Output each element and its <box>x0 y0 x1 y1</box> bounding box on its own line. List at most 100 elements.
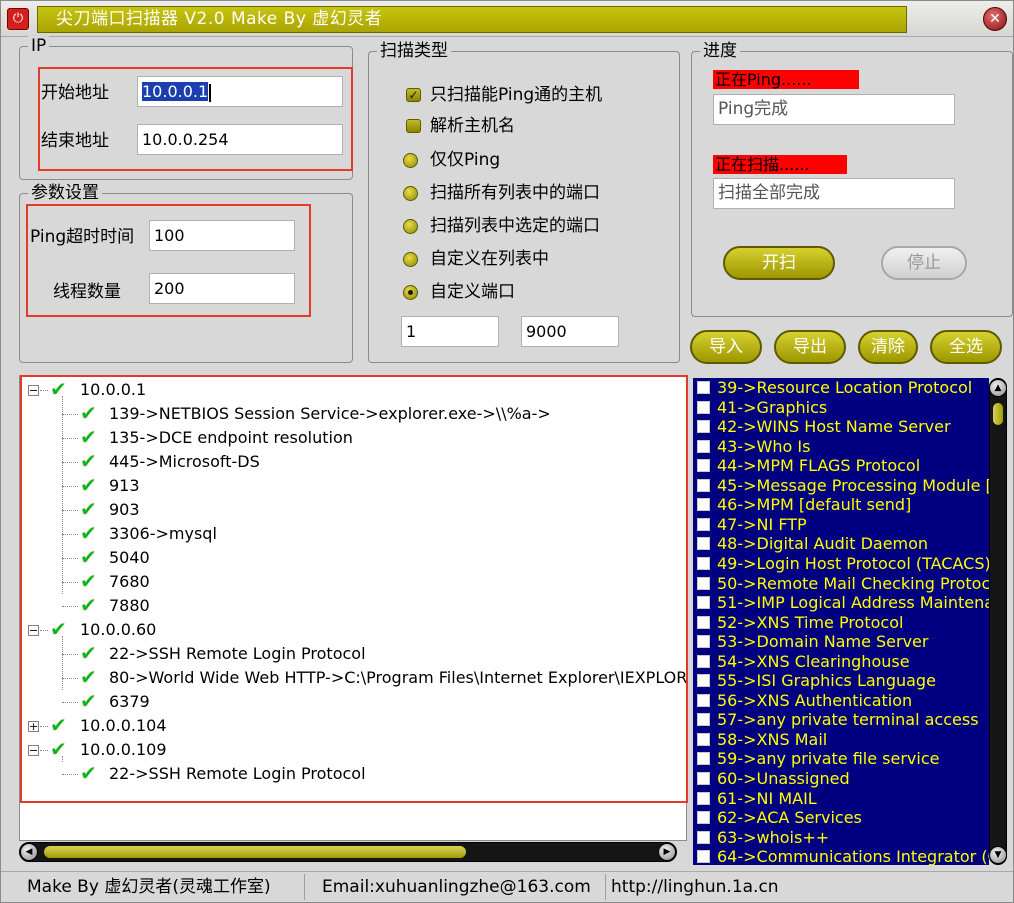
vertical-scrollbar[interactable]: ▲ ▼ <box>989 378 1007 865</box>
port-label: 61->NI MAIL <box>717 788 817 808</box>
ping-status-field: Ping完成 <box>713 94 955 125</box>
port-label: 59->any private file service <box>717 749 940 769</box>
port-checkbox[interactable] <box>697 830 710 844</box>
horizontal-scrollbar[interactable]: ◀ ▶ <box>19 842 677 862</box>
port-label: 57->any private terminal access <box>717 710 979 730</box>
port-checkbox[interactable] <box>697 439 710 453</box>
scroll-up-icon[interactable]: ▲ <box>989 379 1007 397</box>
port-from-input[interactable]: 1 <box>401 316 499 347</box>
port-list-item[interactable]: 57->any private terminal access <box>693 710 989 730</box>
radio-custom-in-list[interactable] <box>403 252 418 267</box>
port-checkbox[interactable] <box>697 381 710 394</box>
port-checkbox[interactable] <box>697 517 710 531</box>
port-list-item[interactable]: 42->WINS Host Name Server <box>693 417 989 437</box>
scan-status-label: 正在扫描...... <box>713 155 847 174</box>
scan-type-title: 扫描类型 <box>377 40 451 62</box>
window-title: 尖刀端口扫描器 V2.0 Make By 虚幻灵者 <box>37 6 907 33</box>
port-list-item[interactable]: 59->any private file service <box>693 749 989 769</box>
scroll-right-icon[interactable]: ▶ <box>658 843 676 861</box>
port-list-item[interactable]: 43->Who Is <box>693 437 989 457</box>
port-list-item[interactable]: 51->IMP Logical Address Maintenanc <box>693 593 989 613</box>
only-ping-hosts-checkbox[interactable]: ✓ <box>406 88 421 102</box>
status-author: Make By 虚幻灵者(灵魂工作室) <box>5 874 305 900</box>
port-list-item[interactable]: 50->Remote Mail Checking Protocol <box>693 574 989 594</box>
port-list-item[interactable]: 64->Communications Integrator (CI) <box>693 847 989 865</box>
port-list[interactable]: 39->Resource Location Protocol 41->Graphi… <box>693 378 989 865</box>
port-checkbox[interactable] <box>697 811 710 825</box>
port-checkbox[interactable] <box>697 420 710 434</box>
port-list-item[interactable]: 54->XNS Clearinghouse <box>693 652 989 672</box>
radio-scan-all-ports[interactable] <box>403 186 418 201</box>
scroll-left-icon[interactable]: ◀ <box>20 843 38 861</box>
port-checkbox[interactable] <box>697 478 710 492</box>
port-list-item[interactable]: 47->NI FTP <box>693 515 989 535</box>
port-label: 45->Message Processing Module [rec <box>717 475 989 495</box>
port-label: 51->IMP Logical Address Maintenanc <box>717 593 989 613</box>
port-checkbox[interactable] <box>697 772 710 785</box>
port-list-item[interactable]: 58->XNS Mail <box>693 730 989 750</box>
port-list-item[interactable]: 49->Login Host Protocol (TACACS) <box>693 554 989 574</box>
port-label: 56->XNS Authentication <box>717 690 913 710</box>
port-list-item[interactable]: 46->MPM [default send] <box>693 495 989 515</box>
only-ping-hosts-label: 只扫描能Ping通的主机 <box>430 85 603 105</box>
scroll-down-icon[interactable]: ▼ <box>989 846 1007 864</box>
port-list-item[interactable]: 60->Unassigned <box>693 769 989 789</box>
port-checkbox[interactable] <box>697 850 710 864</box>
port-list-item[interactable]: 63->whois++ <box>693 828 989 848</box>
port-checkbox[interactable] <box>697 654 710 668</box>
select-all-button[interactable]: 全选 <box>930 330 1002 364</box>
port-checkbox[interactable] <box>697 615 710 629</box>
port-list-item[interactable]: 62->ACA Services <box>693 808 989 828</box>
import-button[interactable]: 导入 <box>690 330 762 364</box>
port-list-item[interactable]: 41->Graphics <box>693 398 989 418</box>
port-label: 64->Communications Integrator (CI) <box>717 847 989 865</box>
radio-scan-selected-ports[interactable] <box>403 219 418 234</box>
port-checkbox[interactable] <box>697 713 710 727</box>
stop-button[interactable]: 停止 <box>881 246 967 280</box>
export-button[interactable]: 导出 <box>774 330 846 364</box>
port-checkbox[interactable] <box>697 732 710 746</box>
port-list-item[interactable]: 56->XNS Authentication <box>693 691 989 711</box>
horizontal-scroll-thumb[interactable] <box>44 846 466 858</box>
port-checkbox[interactable] <box>697 596 710 610</box>
port-checkbox[interactable] <box>697 635 710 649</box>
port-list-item[interactable]: 45->Message Processing Module [rec <box>693 476 989 496</box>
port-list-item[interactable]: 61->NI MAIL <box>693 789 989 809</box>
port-list-item[interactable]: 48->Digital Audit Daemon <box>693 534 989 554</box>
title-bar[interactable]: ⏻ 尖刀端口扫描器 V2.0 Make By 虚幻灵者 ✕ <box>1 1 1013 37</box>
port-checkbox[interactable] <box>697 693 710 707</box>
port-list-item[interactable]: 53->Domain Name Server <box>693 632 989 652</box>
port-to-input[interactable]: 9000 <box>521 316 619 347</box>
port-label: 42->WINS Host Name Server <box>717 417 951 437</box>
status-url: http://linghun.1a.cn <box>611 877 779 897</box>
main-window: ⏻ 尖刀端口扫描器 V2.0 Make By 虚幻灵者 ✕ IP 开始地址 10… <box>0 0 1014 903</box>
port-checkbox[interactable] <box>697 556 710 570</box>
port-label: 46->MPM [default send] <box>717 495 912 515</box>
port-checkbox[interactable] <box>697 674 710 688</box>
clear-button[interactable]: 清除 <box>858 330 918 364</box>
port-label: 49->Login Host Protocol (TACACS) <box>717 553 989 573</box>
port-list-item[interactable]: 39->Resource Location Protocol <box>693 378 989 398</box>
close-icon[interactable]: ✕ <box>983 7 1007 31</box>
vertical-scroll-thumb[interactable] <box>993 403 1003 425</box>
radio-ping-only[interactable] <box>403 153 418 168</box>
port-checkbox[interactable] <box>697 400 710 414</box>
port-checkbox[interactable] <box>697 791 710 805</box>
port-list-item[interactable]: 44->MPM FLAGS Protocol <box>693 456 989 476</box>
port-list-item[interactable]: 52->XNS Time Protocol <box>693 613 989 633</box>
port-label: 43->Who Is <box>717 436 811 456</box>
app-icon[interactable]: ⏻ <box>7 8 29 30</box>
start-scan-button[interactable]: 开扫 <box>723 246 835 280</box>
port-label: 41->Graphics <box>717 397 828 417</box>
port-checkbox[interactable] <box>697 459 710 473</box>
port-checkbox[interactable] <box>697 576 710 590</box>
port-checkbox[interactable] <box>697 752 710 766</box>
params-highlight-box <box>26 204 311 317</box>
resolve-hostname-checkbox[interactable] <box>406 119 421 133</box>
radio-scan-selected-ports-label: 扫描列表中选定的端口 <box>430 216 600 236</box>
port-list-item[interactable]: 55->ISI Graphics Language <box>693 671 989 691</box>
radio-custom-ports[interactable] <box>403 285 418 300</box>
port-checkbox[interactable] <box>697 498 710 512</box>
port-label: 55->ISI Graphics Language <box>717 671 936 691</box>
port-checkbox[interactable] <box>697 537 710 551</box>
